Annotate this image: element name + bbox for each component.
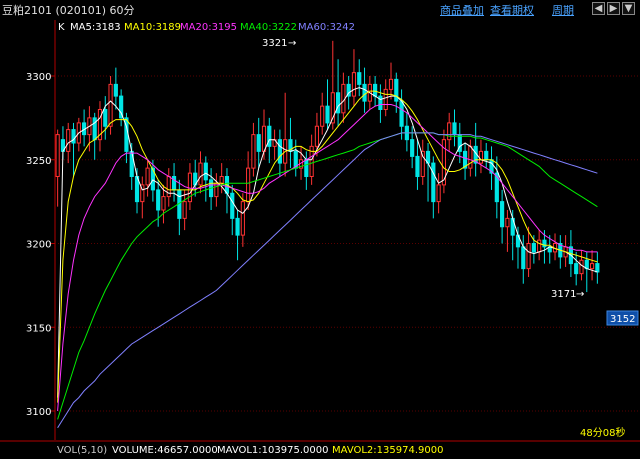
high-price-label: 3321 xyxy=(262,38,287,49)
candlestick-series xyxy=(55,40,600,293)
candle xyxy=(293,139,298,177)
candle xyxy=(425,143,431,202)
candle xyxy=(113,67,118,110)
ma-line-ma20 xyxy=(57,104,598,412)
ma10-label: MA10:3189 xyxy=(124,22,181,33)
candle xyxy=(140,176,145,219)
candle xyxy=(399,89,404,140)
candle xyxy=(240,193,245,247)
low-annotation: 3171 → xyxy=(551,289,584,300)
last-price-tag: 3152 xyxy=(606,310,639,326)
candle xyxy=(484,143,489,169)
candle xyxy=(489,146,494,190)
volume-indicator-label: VOL(5,10) xyxy=(57,445,107,456)
candle xyxy=(505,210,510,252)
candle xyxy=(71,122,76,177)
candle xyxy=(589,250,595,281)
candle xyxy=(203,156,208,202)
candle xyxy=(103,96,108,140)
candle xyxy=(320,92,325,135)
candle xyxy=(447,112,452,152)
candle xyxy=(357,59,362,97)
candle xyxy=(473,122,478,177)
bar-countdown: 48分08秒 xyxy=(580,426,625,439)
ma5-label: MA5:3183 xyxy=(70,22,121,33)
high-annotation: 3321 → xyxy=(262,38,296,49)
candle xyxy=(521,235,526,284)
candle xyxy=(341,72,346,123)
price-grid xyxy=(51,20,640,440)
ma20-label: MA20:3195 xyxy=(180,22,237,33)
candle xyxy=(558,235,563,269)
candle xyxy=(351,49,357,107)
candle xyxy=(574,251,579,286)
candle xyxy=(415,139,420,190)
volume-legend: VOL(5,10) VOLUME:46657.0000 MAVOL1:10397… xyxy=(57,445,443,456)
candle xyxy=(404,112,409,152)
candle xyxy=(82,109,87,147)
candle xyxy=(182,189,187,231)
y-tick-label: 3200 xyxy=(26,240,51,251)
candle xyxy=(335,59,341,127)
price-axis: 3300 3250 3200 3150 3100 xyxy=(26,72,51,418)
candle xyxy=(325,79,330,130)
candle xyxy=(214,173,219,207)
chart-type-label: K xyxy=(58,22,65,33)
kline-chart[interactable]: 3300 3250 3200 3150 3100 K MA5:3183 MA10:318… xyxy=(0,0,640,459)
candle xyxy=(283,92,288,177)
candle xyxy=(595,251,600,284)
candle xyxy=(97,101,103,152)
candle xyxy=(156,179,161,227)
candle xyxy=(55,129,60,207)
ma60-label: MA60:3242 xyxy=(298,22,355,33)
candle xyxy=(462,143,468,180)
candle xyxy=(436,173,441,214)
candle xyxy=(166,168,171,207)
candle xyxy=(187,163,193,210)
candle xyxy=(304,151,309,190)
candle xyxy=(92,112,97,160)
y-tick-label: 3100 xyxy=(26,407,51,418)
candle xyxy=(256,117,261,169)
low-price-label: 3171 xyxy=(551,289,576,300)
candle xyxy=(193,159,198,197)
y-tick-label: 3250 xyxy=(26,156,51,167)
candle xyxy=(378,84,383,123)
low-arrow-icon: → xyxy=(576,289,584,300)
candle xyxy=(452,109,457,147)
moving-average-lines xyxy=(57,87,598,429)
candle xyxy=(500,189,505,244)
candle xyxy=(177,179,182,236)
candle xyxy=(108,76,113,135)
candle xyxy=(420,139,425,185)
candle xyxy=(171,163,177,202)
ma-line-ma40 xyxy=(57,132,598,420)
candle xyxy=(478,139,484,174)
candle xyxy=(537,230,542,261)
candle xyxy=(288,117,293,169)
high-arrow-icon: → xyxy=(288,38,296,49)
candle xyxy=(235,210,240,261)
candle xyxy=(224,168,230,214)
candle xyxy=(272,129,277,160)
candle xyxy=(494,156,499,219)
candle xyxy=(251,122,256,177)
candle xyxy=(431,156,436,219)
volume-value: VOLUME:46657.0000 xyxy=(112,445,218,456)
last-price-value: 3152 xyxy=(610,314,635,325)
mavol1-value: MAVOL1:103975.0000 xyxy=(217,445,328,456)
ma40-label: MA40:3222 xyxy=(240,22,297,33)
y-tick-label: 3150 xyxy=(26,323,51,334)
candle xyxy=(119,89,124,127)
candle xyxy=(145,159,150,197)
candle xyxy=(277,129,282,177)
mavol2-value: MAVOL2:135974.9000 xyxy=(332,445,443,456)
candle xyxy=(552,233,558,261)
candle xyxy=(441,129,446,194)
y-tick-label: 3300 xyxy=(26,72,51,83)
ma-legend: K MA5:3183 MA10:3189 MA20:3195 MA40:3222… xyxy=(58,22,355,33)
candle xyxy=(230,184,235,236)
